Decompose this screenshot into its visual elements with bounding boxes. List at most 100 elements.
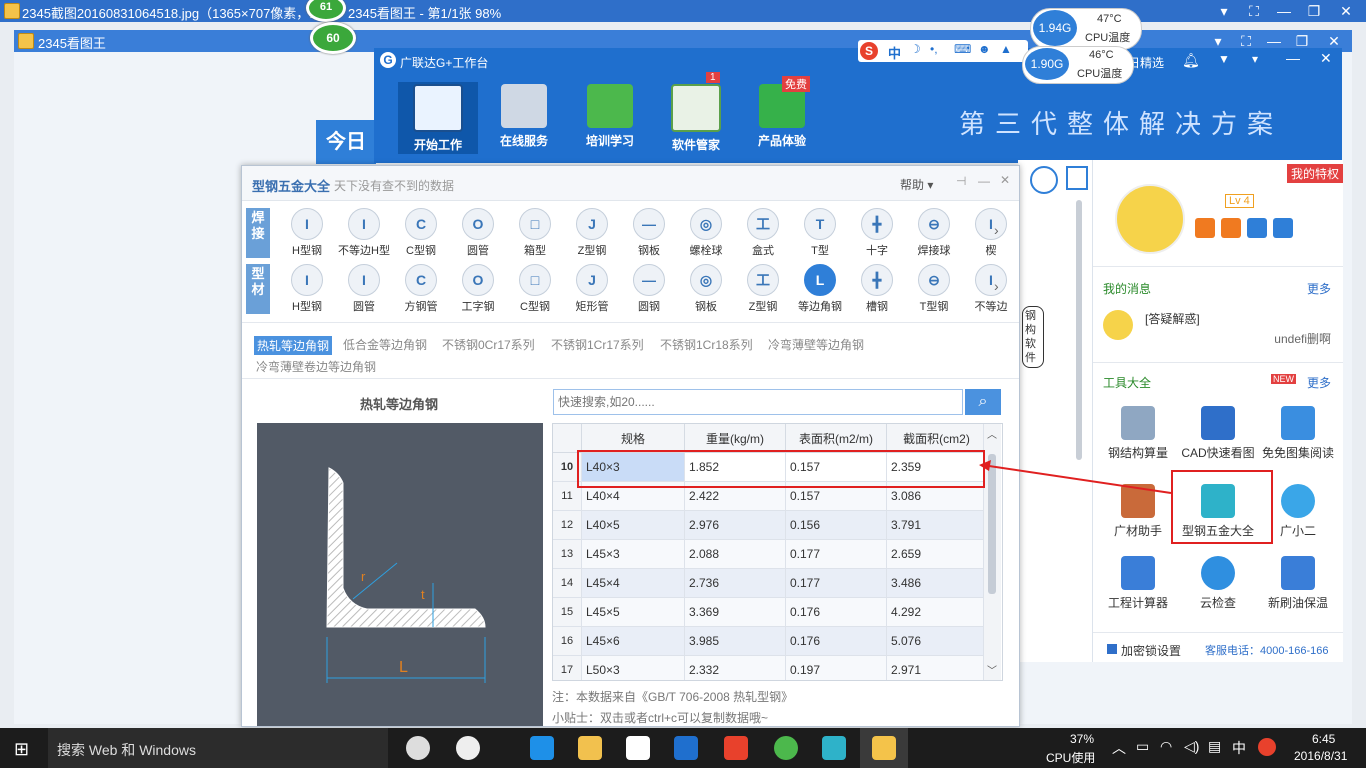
dropdown-icon[interactable]: ▾ <box>1210 2 1238 20</box>
tool-steel-structure[interactable]: 钢结构算量 <box>1098 406 1178 461</box>
shape-item[interactable]: I 不等边H型 <box>336 208 392 258</box>
keyboard-icon[interactable]: ⌨ <box>954 42 971 56</box>
help-menu[interactable]: 帮助 ▾ <box>900 176 933 193</box>
scroll-up-icon[interactable]: ︿ <box>987 426 997 441</box>
wifi-icon[interactable]: ◠ <box>1160 738 1172 755</box>
table-cell[interactable]: 0.177 <box>785 539 887 569</box>
row-number[interactable]: 16 <box>553 626 582 656</box>
menu-icon[interactable]: ▾ <box>1252 52 1258 66</box>
column-header[interactable]: 表面积(m2/m) <box>785 424 887 453</box>
close-button[interactable]: ✕ <box>1332 2 1360 20</box>
subtab-item[interactable]: 不锈钢1Cr18系列 <box>660 336 753 353</box>
shape-item[interactable]: I 不等边 <box>963 264 1019 314</box>
subtab-item[interactable]: 热轧等边角钢 <box>254 336 333 355</box>
tool-atlas-reader[interactable]: 免免图集阅读 <box>1258 406 1338 461</box>
table-row[interactable]: 15 L45×5 3.369 0.176 4.292 <box>553 597 987 627</box>
row-number[interactable]: 14 <box>553 568 582 598</box>
subtab-item[interactable]: 不锈钢1Cr17系列 <box>551 336 644 353</box>
fullscreen-icon[interactable]: ⛶ <box>1240 2 1268 20</box>
shape-item[interactable]: ◎ 钢板 <box>678 264 734 314</box>
table-cell[interactable]: 3.791 <box>886 510 987 540</box>
shape-item[interactable]: O 圆管 <box>450 208 506 258</box>
column-header[interactable]: 规格 <box>581 424 685 453</box>
avatar[interactable] <box>1115 184 1185 254</box>
shirt-icon[interactable]: ▼ <box>1218 52 1230 66</box>
table-row[interactable]: 12 L40×5 2.976 0.156 3.791 <box>553 510 987 540</box>
tab-training[interactable]: 培训学习 <box>570 82 650 154</box>
shape-item[interactable]: I楔 <box>963 208 1019 258</box>
shape-item[interactable]: T T型 <box>792 208 848 258</box>
table-cell[interactable]: 4.292 <box>886 597 987 627</box>
search-icon[interactable] <box>1030 166 1058 194</box>
battery-icon[interactable]: ▭ <box>1136 738 1149 755</box>
search-button[interactable]: ⌕ <box>965 389 1001 415</box>
badge-icon-3[interactable] <box>1247 218 1267 238</box>
shape-item[interactable]: I H型钢 <box>279 208 335 258</box>
explorer-icon[interactable] <box>578 736 602 760</box>
cpu-widget-2[interactable]: 1.90G 46°C CPU温度 <box>1022 46 1134 84</box>
table-row[interactable]: 17 L50×3 2.332 0.197 2.971 <box>553 655 987 680</box>
green-app-icon[interactable] <box>774 736 798 760</box>
row-number[interactable]: 15 <box>553 597 582 627</box>
table-cell[interactable]: 0.156 <box>785 510 887 540</box>
shape-item[interactable]: L 等边角钢 <box>792 264 848 314</box>
tab-online-service[interactable]: 在线服务 <box>484 82 564 154</box>
table-cell[interactable]: 2.976 <box>684 510 786 540</box>
table-cell[interactable]: 0.176 <box>785 626 887 656</box>
table-cell[interactable]: L50×3 <box>581 655 685 680</box>
table-cell[interactable]: L40×5 <box>581 510 685 540</box>
browser-icon[interactable] <box>724 736 748 760</box>
windows-start-icon[interactable]: ⊞ <box>14 739 29 760</box>
table-row[interactable]: 14 L45×4 2.736 0.177 3.486 <box>553 568 987 598</box>
shape-item[interactable]: O 工字钢 <box>450 264 506 314</box>
user-icon[interactable]: ☻ <box>978 42 991 56</box>
badge-icon-2[interactable] <box>1221 218 1241 238</box>
shape-item[interactable]: □ 箱型 <box>507 208 563 258</box>
shape-item[interactable]: ╋ 槽钢 <box>849 264 905 314</box>
table-cell[interactable]: 0.197 <box>785 655 887 680</box>
qr-code-icon[interactable] <box>1066 166 1088 190</box>
table-cell[interactable]: 3.486 <box>886 568 987 598</box>
active-window-tab[interactable] <box>860 728 908 768</box>
task-view-icon[interactable] <box>406 736 430 760</box>
shape-item[interactable]: — 圆钢 <box>621 264 677 314</box>
message-item[interactable]: [答疑解惑] <box>1145 310 1200 327</box>
edge-icon[interactable] <box>530 736 554 760</box>
tool-cloud-check[interactable]: 云检查 <box>1178 556 1258 611</box>
punctuation-icon[interactable]: •, <box>930 42 938 56</box>
skin-icon[interactable]: ▲ <box>1000 42 1012 56</box>
volume-icon[interactable]: ◁) <box>1184 738 1199 755</box>
row1-next-arrow[interactable]: › <box>994 222 999 238</box>
table-cell[interactable]: 2.971 <box>886 655 987 680</box>
restore-button[interactable]: ❐ <box>1300 2 1328 20</box>
subtab-cold-roll-lip[interactable]: 冷弯薄壁卷边等边角钢 <box>256 358 376 375</box>
shape-item[interactable]: □ C型钢 <box>507 264 563 314</box>
table-row[interactable]: 13 L45×3 2.088 0.177 2.659 <box>553 539 987 569</box>
messages-more-link[interactable]: 更多 <box>1307 280 1331 297</box>
subtab-item[interactable]: 冷弯薄壁等边角钢 <box>768 336 864 353</box>
lock-settings-link[interactable]: 加密锁设置 <box>1121 642 1181 659</box>
bell-icon[interactable]: 🔔︎ <box>1182 52 1200 69</box>
tools-more-link[interactable]: 更多 <box>1307 374 1331 391</box>
shape-item[interactable]: J 矩形管 <box>564 264 620 314</box>
table-cell[interactable]: 0.177 <box>785 568 887 598</box>
table-cell[interactable]: 2.332 <box>684 655 786 680</box>
table-cell[interactable]: L45×3 <box>581 539 685 569</box>
table-cell[interactable]: 2.736 <box>684 568 786 598</box>
subtab-item[interactable]: 低合金等边角钢 <box>343 336 427 353</box>
subtab-item[interactable]: 不锈钢0Cr17系列 <box>442 336 535 353</box>
shape-item[interactable]: C 方钢管 <box>393 264 449 314</box>
badge-icon-1[interactable] <box>1195 218 1215 238</box>
table-cell[interactable]: L45×4 <box>581 568 685 598</box>
cpu-widget-1[interactable]: 1.94G 47°C CPU温度 <box>1030 8 1142 50</box>
badge-icon-4[interactable] <box>1273 218 1293 238</box>
glodon-app-icon[interactable] <box>674 736 698 760</box>
sogou-tray-icon[interactable] <box>1258 738 1276 756</box>
shape-item[interactable]: 工 Z型钢 <box>735 264 791 314</box>
table-cell[interactable]: L45×6 <box>581 626 685 656</box>
dialog-minimize-button[interactable]: — <box>978 174 990 188</box>
tab-software-manager[interactable]: 软件管家 <box>656 82 736 154</box>
notification-icon[interactable]: ▤ <box>1208 738 1221 755</box>
shape-item[interactable]: ╋ 十字 <box>849 208 905 258</box>
glodon-minimize-button[interactable]: — <box>1286 50 1300 66</box>
